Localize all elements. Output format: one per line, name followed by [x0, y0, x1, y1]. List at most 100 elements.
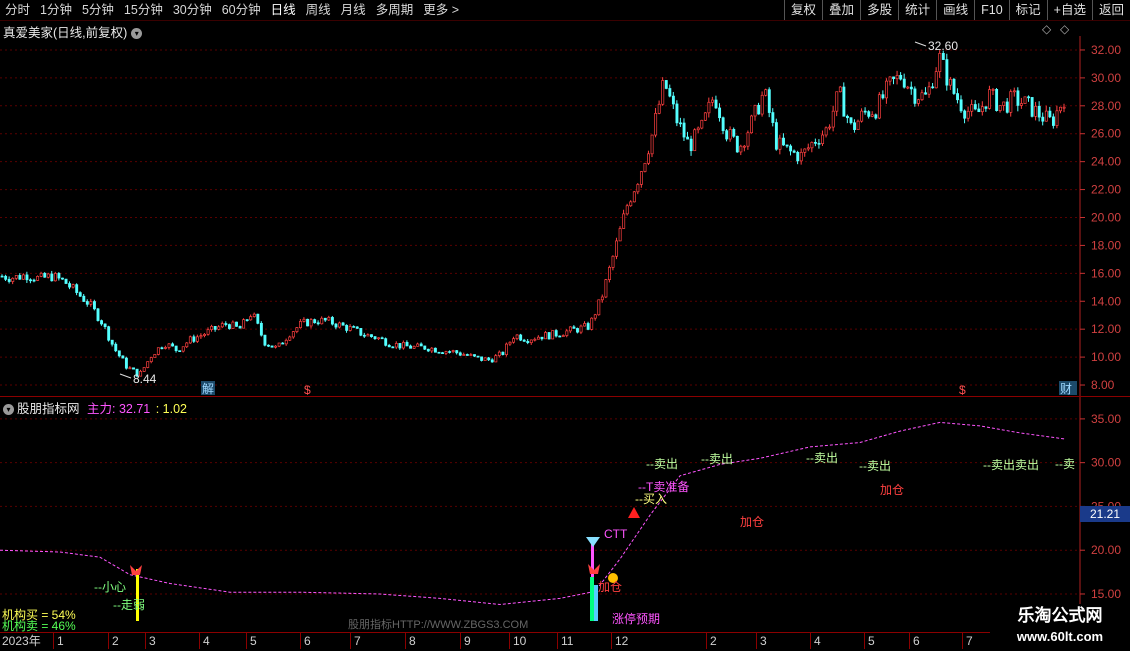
- finance-marker[interactable]: 财: [1060, 382, 1072, 396]
- tab-5min[interactable]: 5分钟: [77, 0, 119, 20]
- month-label: 6: [913, 634, 920, 648]
- tab-fenshi[interactable]: 分时: [0, 0, 35, 20]
- candle-body: [593, 314, 597, 319]
- indicator-tick-label: 15.00: [1091, 587, 1121, 601]
- anno-jiacang-2: 加仓: [740, 515, 764, 529]
- tab-30min[interactable]: 30分钟: [168, 0, 217, 20]
- unlock-marker[interactable]: 解: [202, 382, 214, 396]
- candle-body: [782, 137, 785, 146]
- candle-body: [608, 267, 611, 280]
- candle-body: [196, 336, 199, 342]
- dividend-marker-1[interactable]: $: [304, 383, 311, 396]
- candle-body: [100, 320, 104, 325]
- indicator-chart[interactable]: 35.0030.0025.0020.0015.00 21.21 --小心 --走…: [0, 397, 1130, 632]
- candle-body: [821, 134, 825, 144]
- time-axis: 2023年 1 2 3 4 5 6 7 8 9 10 11 12 2 3 4 5…: [0, 632, 1080, 651]
- month-tick: [350, 633, 351, 649]
- month-label: 3: [760, 634, 767, 648]
- settings-diamond-icon[interactable]: ◇: [1060, 22, 1069, 36]
- candle-body: [927, 86, 931, 95]
- tab-weekly[interactable]: 周线: [301, 0, 336, 20]
- candle-body: [675, 103, 679, 124]
- price-tick-label: 22.00: [1091, 183, 1121, 197]
- candlestick-chart[interactable]: 32.00 30.00 28.00 26.00 24.00 22.00 20.00 18.00…: [0, 36, 1130, 396]
- candle-body: [657, 103, 661, 114]
- month-label: 10: [513, 634, 527, 648]
- candle-body: [132, 367, 135, 370]
- tab-60min[interactable]: 60分钟: [217, 0, 266, 20]
- price-tick-label: 18.00: [1091, 238, 1121, 252]
- candle-body: [25, 274, 29, 281]
- overlay-button[interactable]: 叠加: [822, 0, 860, 20]
- mark-button[interactable]: 标记: [1008, 0, 1047, 20]
- candle-body: [277, 342, 281, 347]
- tab-more[interactable]: 更多 >: [418, 0, 464, 20]
- candle-body: [558, 335, 562, 338]
- candle-body: [61, 277, 64, 280]
- candle-body: [696, 127, 700, 131]
- candle-body: [387, 345, 391, 348]
- candle-body: [231, 321, 235, 329]
- candle-body: [917, 99, 920, 104]
- candle-body: [412, 345, 416, 349]
- candle-body: [142, 367, 146, 372]
- candle-body: [863, 110, 867, 113]
- multi-stock-button[interactable]: 多股: [860, 0, 898, 20]
- brand-watermark: 乐淘公式网 www.60lt.com: [990, 604, 1130, 650]
- tab-1min[interactable]: 1分钟: [35, 0, 77, 20]
- candle-body: [256, 313, 260, 324]
- candle-body: [742, 145, 746, 148]
- candle-body: [544, 332, 547, 340]
- f10-button[interactable]: F10: [974, 0, 1009, 20]
- candle-body: [799, 152, 803, 162]
- candle-body: [227, 324, 231, 329]
- candle-body: [128, 367, 132, 370]
- candle-body: [1020, 103, 1023, 106]
- tab-monthly[interactable]: 月线: [336, 0, 371, 20]
- month-label: 5: [250, 634, 257, 648]
- candle-body: [877, 94, 881, 119]
- candle-body: [455, 350, 459, 354]
- candle-body: [341, 322, 345, 326]
- tab-multi-period[interactable]: 多周期: [371, 0, 419, 20]
- candle-body: [767, 89, 771, 113]
- candle-body: [29, 279, 32, 282]
- candle-body: [792, 150, 796, 153]
- candle-body: [977, 108, 981, 113]
- candle-body: [441, 352, 444, 354]
- candle-body: [1027, 96, 1031, 99]
- month-label: 6: [304, 634, 311, 648]
- candle-body: [579, 325, 583, 333]
- candle-body: [519, 334, 523, 341]
- add-watchlist-button[interactable]: +自选: [1046, 0, 1092, 20]
- anno-ctt: CTT: [604, 527, 628, 541]
- tab-daily[interactable]: 日线: [266, 0, 301, 20]
- diamond-icon[interactable]: ◇: [1042, 22, 1051, 36]
- candle-body: [284, 339, 288, 345]
- candle-body: [700, 119, 704, 129]
- month-label: 4: [814, 634, 821, 648]
- draw-line-button[interactable]: 画线: [936, 0, 974, 20]
- candle-body: [348, 326, 352, 331]
- candle-body: [952, 78, 956, 94]
- fuquan-button[interactable]: 复权: [784, 0, 822, 20]
- candle-body: [771, 112, 775, 123]
- candle-body: [14, 275, 18, 279]
- candle-body: [46, 273, 50, 278]
- candle-body: [505, 343, 508, 355]
- candle-body: [82, 295, 86, 302]
- tab-15min[interactable]: 15分钟: [119, 0, 168, 20]
- candle-body: [512, 338, 516, 343]
- candle-body: [1051, 116, 1055, 126]
- candle-body: [451, 350, 455, 352]
- month-label: 9: [464, 634, 471, 648]
- stats-button[interactable]: 统计: [898, 0, 936, 20]
- candle-body: [984, 106, 988, 109]
- candle-body: [96, 308, 100, 321]
- back-button[interactable]: 返回: [1091, 0, 1130, 20]
- candle-body: [711, 99, 714, 103]
- candle-body: [149, 357, 153, 362]
- month-tick: [611, 633, 612, 649]
- dividend-marker-2[interactable]: $: [959, 383, 966, 396]
- brand-url: www.60lt.com: [1016, 629, 1104, 644]
